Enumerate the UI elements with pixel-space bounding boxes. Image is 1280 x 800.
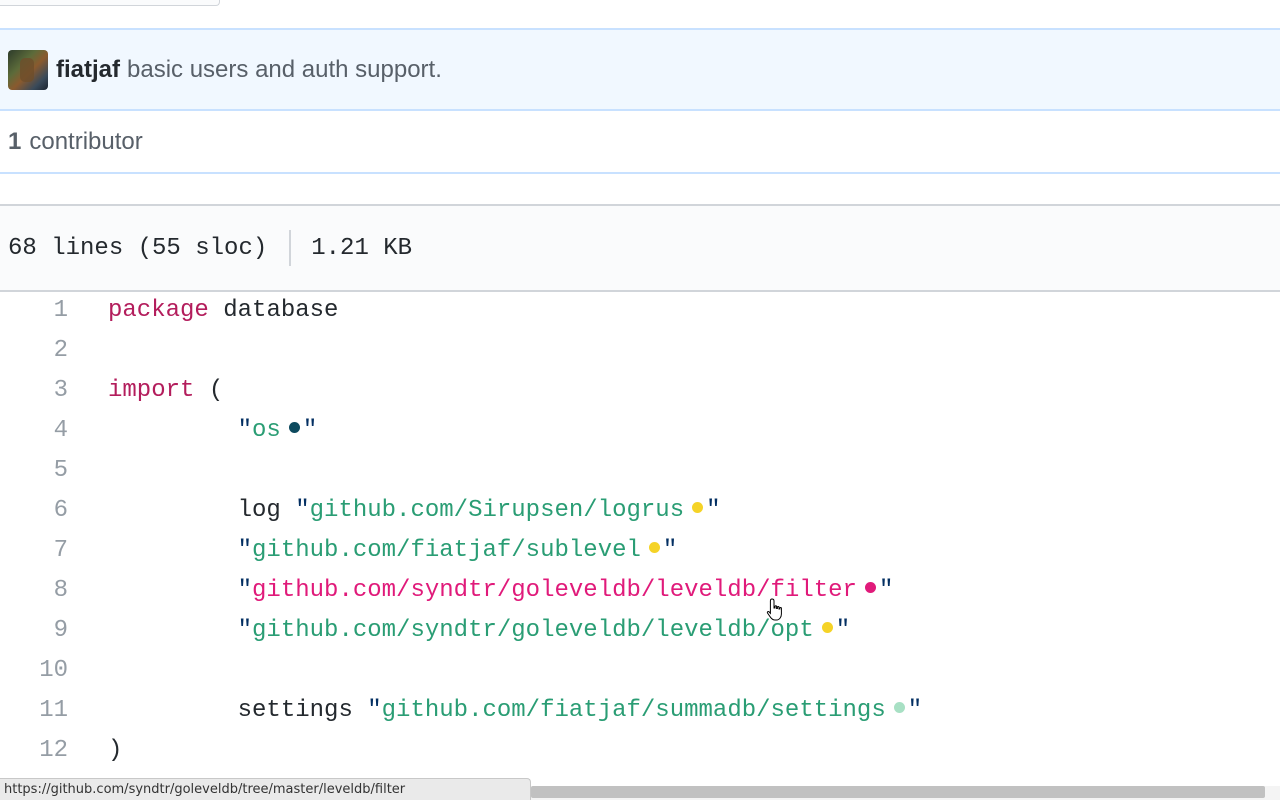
line-number[interactable]: 8 — [0, 571, 68, 611]
code-token: database — [208, 297, 339, 324]
code-token: log — [108, 497, 296, 524]
code-token: " — [835, 617, 851, 644]
line-number[interactable]: 10 — [0, 651, 68, 691]
code-line: 11 settings "github.com/fiatjaf/summadb/… — [0, 691, 1280, 731]
code-token: " — [662, 537, 678, 564]
contributor-label: contributor — [29, 127, 143, 155]
link-indicator-dot — [648, 542, 660, 554]
code-token: " — [706, 497, 721, 524]
commit-author-link[interactable]: fiatjaf — [56, 56, 120, 84]
code-token: import — [108, 377, 195, 404]
code-line: 2 — [0, 331, 1280, 371]
code-token: " — [302, 417, 318, 444]
line-code: log "github.com/Sirupsen/logrus " — [108, 491, 721, 531]
contributor-count: 1 — [8, 127, 22, 155]
import-path-link[interactable]: github.com/fiatjaf/sublevel — [252, 537, 641, 564]
line-code: ) — [108, 731, 122, 771]
code-token: " — [878, 577, 894, 604]
code-token: " — [367, 697, 382, 724]
link-indicator-dot — [893, 702, 905, 714]
code-token: settings — [108, 697, 368, 724]
line-number[interactable]: 3 — [0, 371, 68, 411]
commit-message[interactable]: basic users and auth support. — [127, 56, 442, 84]
import-path-link[interactable]: os — [252, 417, 281, 444]
line-number[interactable]: 11 — [0, 691, 68, 731]
hand-cursor-icon — [766, 598, 782, 621]
line-number[interactable]: 9 — [0, 611, 68, 651]
code-token: " — [907, 697, 923, 724]
link-status-bar: https://github.com/syndtr/goleveldb/tree… — [0, 778, 531, 800]
import-path-link[interactable]: github.com/syndtr/goleveldb/leveldb/opt — [252, 617, 814, 644]
link-indicator-dot — [288, 422, 300, 434]
code-blob: 1 package database 2 3 import (4 "os " 5 6 log … — [0, 291, 1280, 771]
code-line: 1 package database — [0, 291, 1280, 331]
avatar[interactable] — [8, 49, 48, 90]
link-indicator-dot — [864, 582, 876, 594]
line-number[interactable]: 4 — [0, 411, 68, 451]
code-line: 12) — [0, 731, 1280, 771]
horizontal-scrollbar-thumb[interactable] — [531, 786, 1265, 798]
line-code: "github.com/fiatjaf/sublevel " — [108, 531, 678, 571]
code-token: ( — [194, 377, 224, 404]
import-path-link[interactable]: github.com/fiatjaf/summadb/settings — [382, 697, 886, 724]
file-size: 1.21 KB — [311, 234, 413, 262]
code-line: 8 "github.com/syndtr/goleveldb/leveldb/f… — [0, 571, 1280, 611]
line-number[interactable]: 2 — [0, 331, 68, 371]
code-token: " — [108, 537, 253, 564]
code-token: " — [108, 617, 253, 644]
line-number[interactable]: 12 — [0, 731, 68, 771]
link-indicator-dot — [821, 622, 833, 634]
line-number[interactable]: 6 — [0, 491, 68, 531]
code-line: 10 — [0, 651, 1280, 691]
line-number[interactable]: 5 — [0, 451, 68, 491]
link-indicator-dot — [692, 502, 704, 514]
code-line: 6 log "github.com/Sirupsen/logrus " — [0, 491, 1280, 531]
file-info-divider — [289, 230, 292, 266]
code-token: ) — [108, 737, 123, 764]
code-token: package — [108, 297, 209, 324]
line-code: "os " — [108, 411, 318, 451]
file-info-header: 68 lines (55 sloc) 1.21 KB — [0, 204, 1280, 292]
line-number[interactable]: 1 — [0, 291, 68, 331]
line-code: package database — [108, 291, 338, 331]
code-line: 3 import ( — [0, 371, 1280, 411]
latest-commit-bar: fiatjaf basic users and auth support. — [0, 28, 1280, 111]
line-number[interactable]: 7 — [0, 531, 68, 571]
toolbar-remnant — [0, 0, 220, 6]
line-code: import ( — [108, 371, 223, 411]
contributors-bar[interactable]: 1 contributor — [0, 111, 1280, 174]
code-token: " — [108, 417, 253, 444]
line-code: "github.com/syndtr/goleveldb/leveldb/opt… — [108, 611, 851, 651]
file-line-count: 68 lines (55 sloc) — [8, 234, 268, 262]
code-token: " — [295, 497, 310, 524]
import-path-link[interactable]: github.com/Sirupsen/logrus — [310, 497, 684, 524]
code-line: 7 "github.com/fiatjaf/sublevel " — [0, 531, 1280, 571]
line-code: settings "github.com/fiatjaf/summadb/set… — [108, 691, 923, 731]
code-line: 4 "os " — [0, 411, 1280, 451]
code-line: 5 — [0, 451, 1280, 491]
code-token: " — [108, 577, 253, 604]
code-line: 9 "github.com/syndtr/goleveldb/leveldb/o… — [0, 611, 1280, 651]
